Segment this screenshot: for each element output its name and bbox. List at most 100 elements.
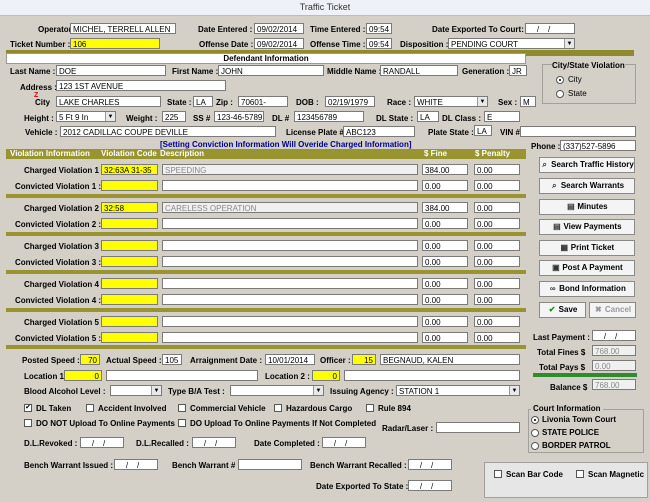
upload-if-not-completed-checkbox[interactable]: [178, 419, 186, 427]
date-exported-state-field[interactable]: __/__/____: [408, 480, 452, 491]
middle-name-field[interactable]: RANDALL: [380, 65, 458, 76]
actual-speed-field[interactable]: 105: [162, 354, 182, 365]
convicted-fine-field[interactable]: 0.00: [422, 256, 468, 267]
date-completed-field[interactable]: __/__/____: [322, 437, 366, 448]
rule-894-checkbox[interactable]: [366, 404, 374, 412]
cancel-button[interactable]: ✖ Cancel: [589, 302, 636, 318]
charged-description-field[interactable]: [162, 240, 418, 251]
dl-revoked-field[interactable]: __/__/____: [80, 437, 124, 448]
dl-class-field[interactable]: E: [484, 111, 520, 122]
last-name-field[interactable]: DOE: [56, 65, 166, 76]
date-exported-field[interactable]: __/__/____: [525, 23, 575, 34]
search-traffic-history-button[interactable]: ⌕ Search Traffic History: [539, 157, 635, 173]
commercial-vehicle-checkbox[interactable]: [178, 404, 186, 412]
save-button[interactable]: ✔ Save: [539, 302, 586, 318]
charged-description-field[interactable]: [162, 316, 418, 327]
charged-code-field[interactable]: [101, 316, 158, 327]
dl-taken-checkbox[interactable]: ✔: [24, 404, 32, 412]
bench-warrant-issued-field[interactable]: __/__/____: [114, 459, 158, 470]
bond-information-button[interactable]: ∞ Bond Information: [539, 281, 635, 297]
convicted-penalty-field[interactable]: 0.00: [474, 256, 520, 267]
race-select[interactable]: WHITE ▼: [414, 96, 488, 107]
time-entered-field[interactable]: 09:54: [366, 23, 392, 34]
bench-warrant-recalled-field[interactable]: __/__/____: [408, 459, 452, 470]
ba-test-select[interactable]: ▼: [230, 385, 324, 396]
convicted-code-field[interactable]: [101, 256, 158, 267]
charged-fine-field[interactable]: 384.00: [422, 202, 468, 213]
bench-warrant-number-field[interactable]: [238, 459, 302, 470]
convicted-code-field[interactable]: [101, 332, 158, 343]
convicted-description-field[interactable]: [162, 256, 418, 267]
date-entered-field[interactable]: 09/02/2014: [254, 23, 304, 34]
charged-fine-field[interactable]: 384.00: [422, 164, 468, 175]
dob-field[interactable]: 02/19/1979: [325, 96, 375, 107]
officer-number-field[interactable]: 15: [352, 354, 376, 365]
radar-laser-field[interactable]: [436, 422, 520, 433]
charged-penalty-field[interactable]: 0.00: [474, 278, 520, 289]
scan-magnetic-checkbox[interactable]: [576, 470, 584, 478]
weight-field[interactable]: 225: [162, 111, 186, 122]
generation-field[interactable]: JR: [509, 65, 527, 76]
convicted-penalty-field[interactable]: 0.00: [474, 294, 520, 305]
charged-code-field[interactable]: [101, 240, 158, 251]
operator-field[interactable]: MICHEL, TERRELL ALLEN: [70, 23, 176, 34]
convicted-fine-field[interactable]: 0.00: [422, 294, 468, 305]
city-radio[interactable]: [556, 76, 564, 84]
phone-field[interactable]: (337)527-5896: [560, 140, 636, 151]
officer-name-field[interactable]: BEGNAUD, KALEN: [380, 354, 520, 365]
city-field[interactable]: LAKE CHARLES: [56, 96, 161, 107]
post-payment-button[interactable]: ▣ Post A Payment: [539, 260, 635, 276]
ssn-field[interactable]: 123-46-5789: [214, 111, 264, 122]
location2-field[interactable]: [344, 370, 520, 381]
no-upload-checkbox[interactable]: [24, 419, 32, 427]
last-payment-field[interactable]: __/__/____: [592, 330, 636, 341]
convicted-penalty-field[interactable]: 0.00: [474, 218, 520, 229]
convicted-penalty-field[interactable]: 0.00: [474, 180, 520, 191]
sex-field[interactable]: M: [520, 96, 536, 107]
court-radio-state-police[interactable]: [531, 429, 539, 437]
search-warrants-button[interactable]: ⌕ Search Warrants: [539, 178, 635, 194]
charged-code-field[interactable]: [101, 278, 158, 289]
charged-description-field[interactable]: [162, 278, 418, 289]
vin-field[interactable]: [520, 126, 636, 137]
dl-recalled-field[interactable]: __/__/____: [192, 437, 236, 448]
charged-penalty-field[interactable]: 0.00: [474, 164, 520, 175]
address-field[interactable]: 123 1ST AVENUE: [56, 80, 226, 91]
plate-state-field[interactable]: LA: [474, 125, 492, 136]
dl-state-field[interactable]: LA: [417, 111, 439, 122]
convicted-penalty-field[interactable]: 0.00: [474, 332, 520, 343]
charged-description-field[interactable]: CARELESS OPERATION: [162, 202, 418, 213]
charged-penalty-field[interactable]: 0.00: [474, 240, 520, 251]
convicted-code-field[interactable]: [101, 180, 158, 191]
zip-field[interactable]: 70601-____: [238, 96, 288, 107]
convicted-description-field[interactable]: [162, 332, 418, 343]
charged-description-field[interactable]: SPEEDING: [162, 164, 418, 175]
offense-time-field[interactable]: 09:54: [366, 38, 392, 49]
scan-bar-code-checkbox[interactable]: [494, 470, 502, 478]
charged-fine-field[interactable]: 0.00: [422, 316, 468, 327]
dl-field[interactable]: 123456789: [294, 111, 364, 122]
license-plate-field[interactable]: ABC123: [343, 126, 415, 137]
convicted-description-field[interactable]: [162, 294, 418, 305]
state-radio[interactable]: [556, 90, 564, 98]
hazardous-cargo-checkbox[interactable]: [274, 404, 282, 412]
issuing-agency-select[interactable]: STATION 1 ▼: [396, 385, 520, 396]
location1-number-field[interactable]: 0: [64, 370, 102, 381]
offense-date-field[interactable]: 09/02/2014: [254, 38, 304, 49]
view-payments-button[interactable]: ▤ View Payments: [539, 219, 635, 235]
charged-code-field[interactable]: 32:58: [101, 202, 158, 213]
height-select[interactable]: 5 Ft 9 In ▼: [56, 111, 116, 122]
court-radio-livonia[interactable]: [531, 416, 539, 424]
convicted-description-field[interactable]: [162, 218, 418, 229]
convicted-fine-field[interactable]: 0.00: [422, 332, 468, 343]
arraignment-date-field[interactable]: 10/01/2014: [265, 354, 315, 365]
location2-number-field[interactable]: 0: [312, 370, 340, 381]
convicted-code-field[interactable]: [101, 218, 158, 229]
vehicle-field[interactable]: 2012 CADILLAC COUPE DEVILLE: [60, 126, 276, 137]
charged-fine-field[interactable]: 0.00: [422, 240, 468, 251]
first-name-field[interactable]: JOHN: [218, 65, 324, 76]
posted-speed-field[interactable]: 70: [80, 354, 100, 365]
location1-field[interactable]: [106, 370, 258, 381]
charged-penalty-field[interactable]: 0.00: [474, 316, 520, 327]
minutes-button[interactable]: ▤ Minutes: [539, 199, 635, 215]
